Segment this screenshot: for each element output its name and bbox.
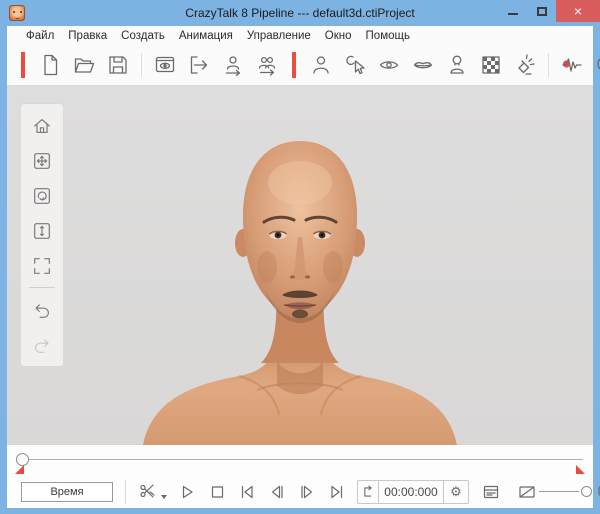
slider-handle[interactable]: [581, 486, 592, 497]
time-display[interactable]: 00:00:000: [378, 481, 444, 503]
record-voice-icon[interactable]: [559, 52, 585, 78]
save-project-icon[interactable]: [105, 52, 131, 78]
menu-help[interactable]: Помощь: [359, 30, 417, 42]
tools-separator: [29, 287, 55, 288]
timeline-track[interactable]: [22, 459, 583, 460]
go-to-end-icon[interactable]: [325, 480, 349, 504]
mouth-icon[interactable]: [410, 52, 436, 78]
transport-bar: Время: [7, 475, 593, 508]
undo-icon[interactable]: [25, 292, 59, 327]
head-model: [7, 85, 593, 445]
minimize-icon: [508, 13, 518, 15]
batch-export-icon[interactable]: [254, 52, 280, 78]
menu-edit[interactable]: Правка: [61, 30, 114, 42]
head-icon[interactable]: [444, 52, 470, 78]
clip-tool-icon[interactable]: [136, 480, 160, 504]
close-button[interactable]: ×: [556, 0, 600, 22]
time-mode-button[interactable]: Время: [21, 482, 113, 502]
open-project-icon[interactable]: [71, 52, 97, 78]
loop-icon[interactable]: [358, 481, 378, 503]
clip-tool-dropdown-icon[interactable]: [161, 495, 167, 499]
menu-file[interactable]: Файл: [19, 30, 61, 42]
group-marker: [292, 52, 296, 78]
toolbar-separator: [141, 53, 142, 77]
transport-separator: [125, 480, 126, 504]
app-window: CrazyTalk 8 Pipeline --- default3d.ctiPr…: [0, 0, 600, 514]
settings-gear-icon[interactable]: ⚙: [444, 481, 468, 503]
range-end-marker[interactable]: [576, 465, 585, 474]
main-toolbar: AUTO: [7, 45, 593, 85]
new-project-icon[interactable]: [37, 52, 63, 78]
previous-frame-icon[interactable]: [265, 480, 289, 504]
export-icon[interactable]: [186, 52, 212, 78]
pick-actor-icon[interactable]: [342, 52, 368, 78]
eyes-icon[interactable]: [376, 52, 402, 78]
app-logo-icon: [9, 5, 25, 21]
maximize-button[interactable]: [527, 0, 556, 22]
zoom-vertical-icon[interactable]: [25, 213, 59, 248]
face-key-icon[interactable]: [593, 52, 600, 78]
actor-icon[interactable]: [308, 52, 334, 78]
toolbar-separator: [548, 53, 549, 77]
stop-icon[interactable]: [205, 480, 229, 504]
atmosphere-icon[interactable]: [512, 52, 538, 78]
background-icon[interactable]: [478, 52, 504, 78]
viewport-tool-panel: [20, 103, 64, 367]
fit-view-icon[interactable]: [25, 248, 59, 283]
maximize-icon: [537, 7, 547, 16]
group-marker: [21, 52, 25, 78]
menu-create[interactable]: Создать: [114, 30, 172, 42]
time-display-group: 00:00:000 ⚙: [357, 480, 469, 504]
menu-window[interactable]: Окно: [318, 30, 359, 42]
slider-track[interactable]: [539, 491, 579, 492]
track-list-icon[interactable]: [479, 480, 503, 504]
timeline-bar: [7, 445, 593, 475]
dialog-bubble-icon[interactable]: [594, 480, 600, 504]
minimize-button[interactable]: [498, 0, 527, 22]
next-frame-icon[interactable]: [295, 480, 319, 504]
send-actor-icon[interactable]: [220, 52, 246, 78]
viewport-3d[interactable]: [7, 85, 593, 445]
redo-icon[interactable]: [25, 327, 59, 362]
go-to-start-icon[interactable]: [235, 480, 259, 504]
menu-animation[interactable]: Анимация: [172, 30, 240, 42]
home-icon[interactable]: [25, 108, 59, 143]
title-bar[interactable]: CrazyTalk 8 Pipeline --- default3d.ctiPr…: [0, 0, 600, 26]
rotate-icon[interactable]: [25, 178, 59, 213]
client-area: Файл Правка Создать Анимация Управление …: [7, 26, 593, 508]
range-start-marker[interactable]: [15, 465, 24, 474]
image-opacity-slider: [515, 480, 600, 504]
render-preview-icon[interactable]: [152, 52, 178, 78]
menu-bar: Файл Правка Создать Анимация Управление …: [7, 26, 593, 45]
play-icon[interactable]: [175, 480, 199, 504]
hide-image-icon[interactable]: [515, 480, 539, 504]
move-icon[interactable]: [25, 143, 59, 178]
menu-control[interactable]: Управление: [240, 30, 318, 42]
